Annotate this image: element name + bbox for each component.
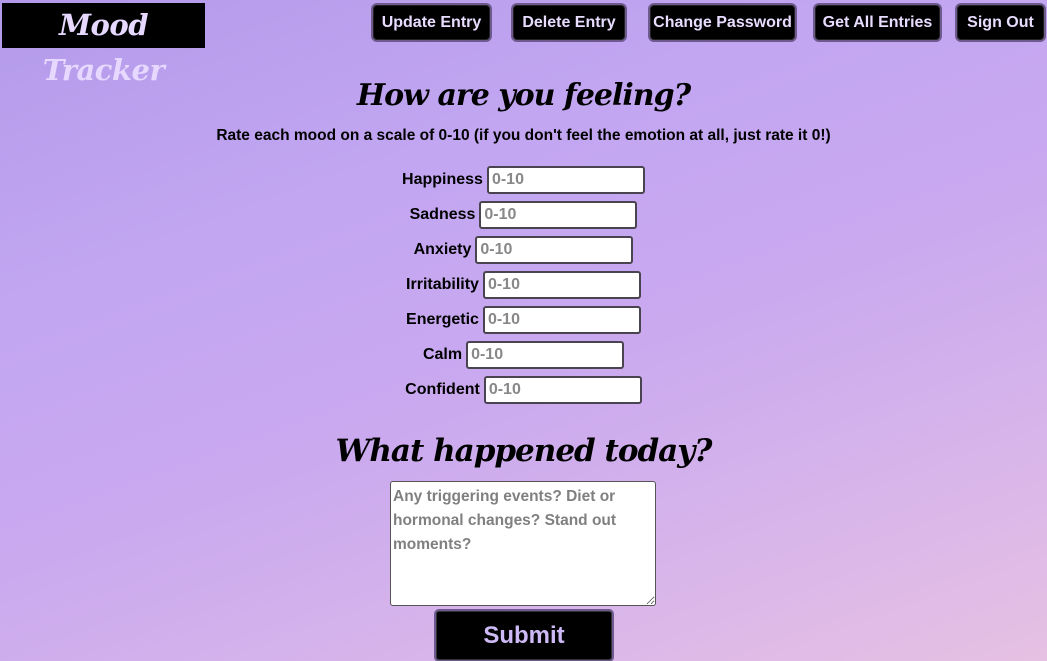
feeling-heading: How are you feeling?	[356, 78, 691, 113]
calm-label: Calm	[422, 346, 463, 363]
irritability-input[interactable]	[482, 271, 641, 299]
submit-button[interactable]: Submit	[436, 611, 612, 660]
get-all-entries-button[interactable]: Get All Entries	[815, 5, 940, 40]
mood-row-calm: Calm	[0, 340, 1047, 370]
rating-instructions: Rate each mood on a scale of 0-10 (if yo…	[216, 127, 831, 144]
sign-out-button[interactable]: Sign Out	[957, 5, 1044, 40]
change-password-button[interactable]: Change Password	[650, 5, 795, 40]
mood-row-irritability: Irritability	[0, 270, 1047, 300]
anxiety-label: Anxiety	[413, 241, 472, 258]
mood-row-happiness: Happiness	[0, 165, 1047, 195]
notes-textarea[interactable]	[390, 481, 656, 606]
confident-label: Confident	[405, 381, 480, 398]
anxiety-input[interactable]	[475, 236, 634, 264]
mood-row-energetic: Energetic	[0, 305, 1047, 335]
irritability-label: Irritability	[406, 276, 479, 293]
confident-input[interactable]	[483, 376, 642, 404]
happiness-input[interactable]	[486, 166, 645, 194]
happened-heading: What happened today?	[335, 433, 713, 469]
happiness-label: Happiness	[402, 171, 483, 188]
sadness-label: Sadness	[409, 206, 476, 223]
update-entry-button[interactable]: Update Entry	[373, 5, 490, 40]
app-logo: Mood Tracker	[2, 3, 205, 87]
energetic-input[interactable]	[482, 306, 641, 334]
sadness-input[interactable]	[479, 201, 638, 229]
mood-row-anxiety: Anxiety	[0, 235, 1047, 265]
delete-entry-button[interactable]: Delete Entry	[513, 5, 625, 40]
mood-row-confident: Confident	[0, 375, 1047, 405]
mood-row-sadness: Sadness	[0, 200, 1047, 230]
calm-input[interactable]	[466, 341, 625, 369]
energetic-label: Energetic	[406, 311, 479, 328]
